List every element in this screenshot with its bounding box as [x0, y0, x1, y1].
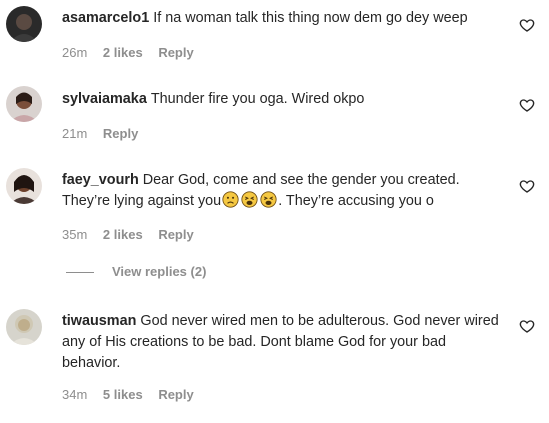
comment-meta: 26m 2 likes Reply: [62, 45, 206, 60]
heart-outline-icon[interactable]: [519, 17, 535, 33]
comment-meta: 21m Reply: [62, 126, 150, 141]
reply-button[interactable]: Reply: [158, 387, 193, 402]
comment-time: 34m: [62, 387, 88, 402]
comment-time: 35m: [62, 227, 88, 242]
avatar[interactable]: [6, 168, 42, 204]
weary-face-emoji: [241, 191, 258, 208]
comment-username[interactable]: faey_vourh: [62, 172, 139, 188]
comment-likes[interactable]: 5 likes: [103, 387, 143, 402]
comment-username[interactable]: sylvaiamaka: [62, 91, 147, 107]
comment-text: faey_vourh Dear God, come and see the gen…: [62, 170, 502, 212]
comment-text: tiwausman God never wired men to be adult…: [62, 311, 502, 374]
comment-time: 26m: [62, 45, 88, 60]
comment-text: sylvaiamaka Thunder fire you oga. Wired o…: [62, 89, 502, 110]
replies-divider-line: [66, 272, 94, 274]
reply-button[interactable]: Reply: [158, 227, 193, 242]
comment-username[interactable]: asamarcelo1: [62, 10, 149, 26]
weary-face-emoji: [260, 191, 277, 208]
frowning-face-emoji: [222, 191, 239, 208]
heart-outline-icon[interactable]: [519, 178, 535, 194]
comment-body: If na woman talk this thing now dem go d…: [153, 10, 468, 26]
avatar[interactable]: [6, 6, 42, 42]
reply-button[interactable]: Reply: [103, 126, 138, 141]
view-replies-label: View replies (2): [112, 264, 207, 279]
comment-likes[interactable]: 2 likes: [103, 227, 143, 242]
heart-outline-icon[interactable]: [519, 318, 535, 334]
comment-meta: 34m 5 likes Reply: [62, 387, 206, 402]
comment-likes[interactable]: 2 likes: [103, 45, 143, 60]
comment-body: Thunder fire you oga. Wired okpo: [150, 91, 365, 107]
heart-outline-icon[interactable]: [519, 97, 535, 113]
view-replies-button[interactable]: View replies (2): [66, 264, 206, 279]
reply-button[interactable]: Reply: [158, 45, 193, 60]
comment-time: 21m: [62, 126, 88, 141]
avatar[interactable]: [6, 86, 42, 122]
comment-username[interactable]: tiwausman: [62, 313, 136, 329]
avatar[interactable]: [6, 309, 42, 345]
comment-meta: 35m 2 likes Reply: [62, 227, 206, 242]
comment-text: asamarcelo1 If na woman talk this thing n…: [62, 8, 502, 29]
comment-body-part2: . They’re accusing you o: [278, 193, 434, 209]
